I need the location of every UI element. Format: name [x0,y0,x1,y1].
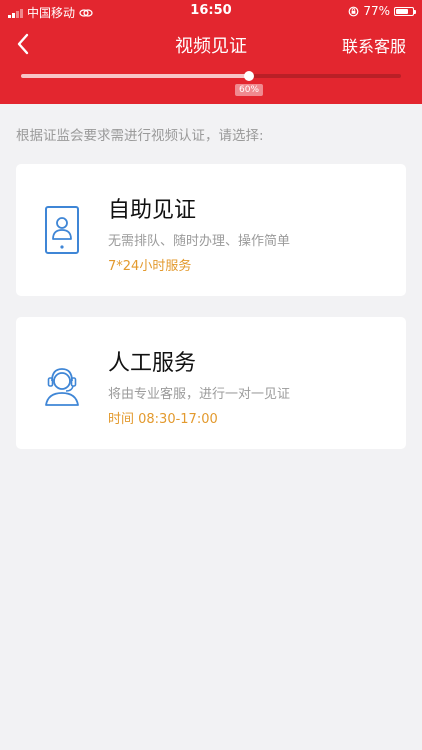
phone-portrait-icon [45,206,79,254]
option-description: 将由专业客服，进行一对一见证 [108,387,291,402]
status-bar: 中国移动 16:50 77% [0,0,422,22]
navbar: 视频见证 联系客服 [0,22,422,66]
option-description: 无需排队、随时办理、操作简单 [108,234,291,249]
option-title: 自助见证 [108,198,197,223]
progress-fill [21,74,249,78]
contact-service-button[interactable]: 联系客服 [342,33,406,57]
header: 中国移动 16:50 77% 视频见证 联系客服 60% [0,0,422,104]
instruction-text: 根据证监会要求需进行视频认证，请选择: [16,128,264,144]
option-title: 人工服务 [108,351,197,376]
battery-fill [396,8,409,14]
battery-percent: 77% [363,4,390,18]
battery-icon [394,6,416,16]
manual-service-option-card[interactable]: 人工服务 将由专业客服，进行一对一见证 时间 08:30-17:00 [16,317,406,449]
headset-agent-icon [45,368,79,406]
self-verify-option-card[interactable]: 自助见证 无需排队、随时办理、操作简单 7*24小时服务 [16,164,406,296]
option-service-hours: 时间 08:30-17:00 [108,412,218,427]
progress-knob [244,71,254,81]
option-service-hours: 7*24小时服务 [108,259,192,274]
progress-label: 60% [234,84,264,96]
orientation-lock-icon [348,6,359,16]
status-right: 77% [348,4,416,18]
progress-bar [21,71,401,81]
